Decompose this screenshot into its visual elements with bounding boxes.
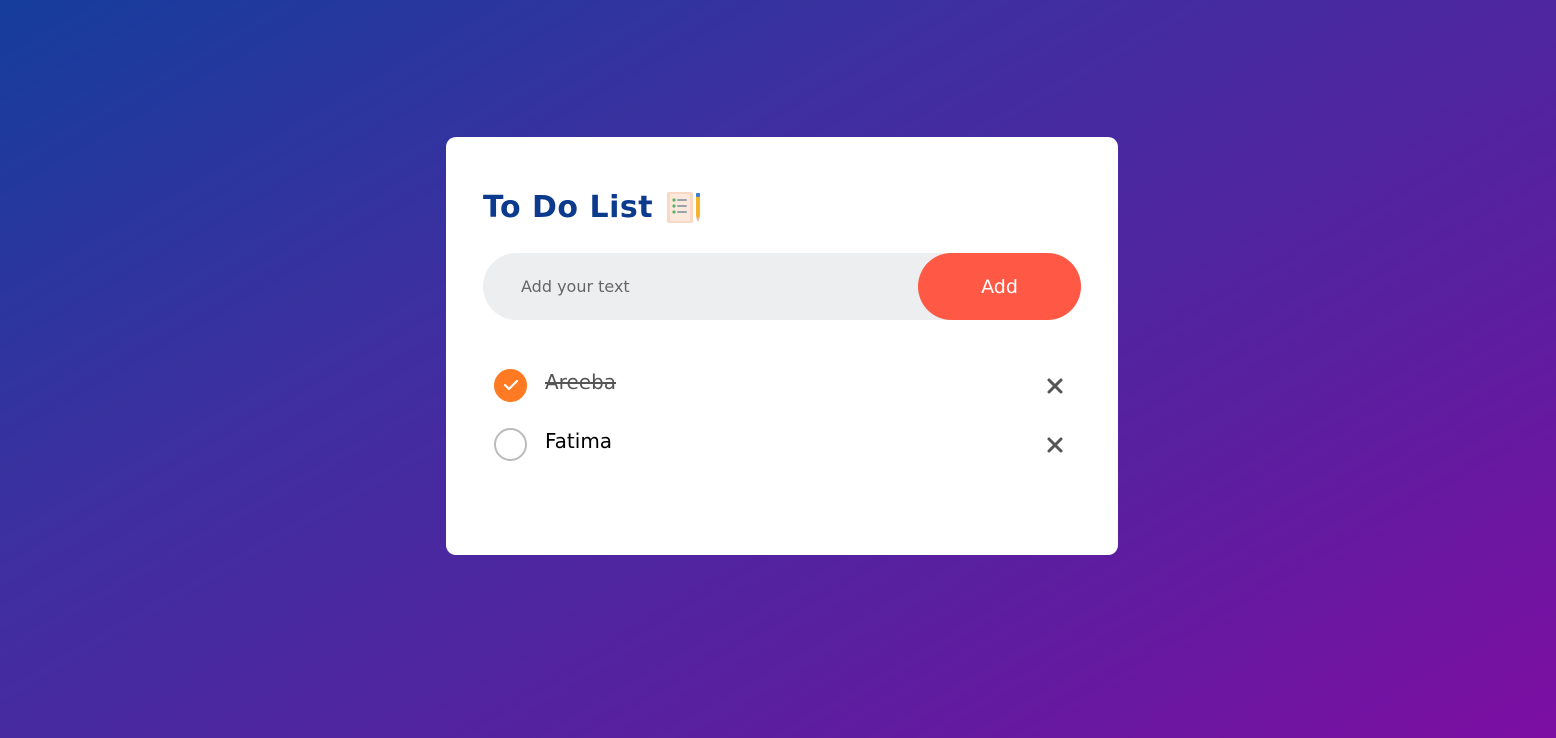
add-button[interactable]: Add — [918, 253, 1081, 320]
title-row: To Do List — [483, 189, 703, 225]
list-item[interactable]: Areeba — [494, 365, 1074, 405]
app-title: To Do List — [483, 189, 654, 225]
list-item[interactable]: Fatima — [494, 424, 1074, 464]
checked-circle-icon[interactable] — [494, 368, 527, 402]
clipboard-checklist-icon — [665, 189, 703, 225]
task-label: Fatima — [545, 429, 613, 453]
task-list: Areeba Fatima — [494, 365, 1074, 483]
close-icon[interactable] — [1040, 430, 1070, 460]
task-input[interactable] — [483, 253, 918, 320]
unchecked-circle-icon[interactable] — [494, 427, 527, 461]
todo-card: To Do List Add your text Add Areeba Fati… — [446, 137, 1118, 555]
close-icon[interactable] — [1040, 371, 1070, 401]
task-label: Areeba — [545, 370, 617, 394]
add-task-bar: Add — [483, 253, 1081, 320]
